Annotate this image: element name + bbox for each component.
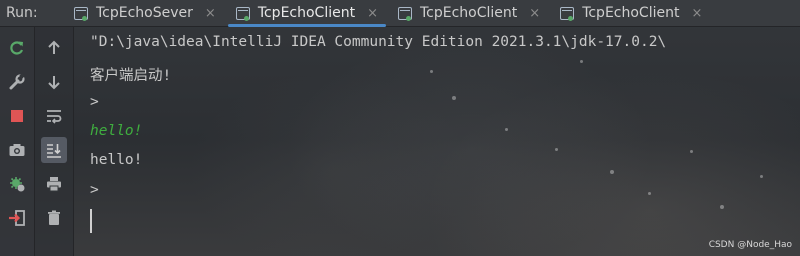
console-line-prompt: > xyxy=(90,182,99,198)
watermark: CSDN @Node_Hao xyxy=(708,240,792,250)
console-line-echo-response: hello! xyxy=(90,152,143,168)
running-indicator-icon xyxy=(82,16,87,21)
clear-all-button[interactable] xyxy=(41,205,67,231)
soft-wrap-icon xyxy=(47,110,62,124)
print-icon xyxy=(47,177,61,192)
ide-run-window: Run: TcpEchoSever × TcpEchoClient × TcpE… xyxy=(0,0,800,256)
tab-tcp-echo-client-3[interactable]: TcpEchoClient × xyxy=(550,0,712,26)
close-icon[interactable]: × xyxy=(529,6,540,21)
next-occurrence-button[interactable] xyxy=(41,69,67,95)
close-icon[interactable]: × xyxy=(691,6,702,21)
arrow-down-icon xyxy=(48,76,60,90)
tab-tcp-echo-client-active[interactable]: TcpEchoClient × xyxy=(226,0,388,27)
run-toolbar-left xyxy=(0,27,35,256)
debug-settings-button[interactable] xyxy=(4,171,30,197)
console-output[interactable]: "D:\java\idea\IntelliJ IDEA Community Ed… xyxy=(74,27,800,256)
console-line-client-started: 客户端启动! xyxy=(90,68,172,84)
print-button[interactable] xyxy=(41,171,67,197)
scroll-to-end-icon xyxy=(47,144,61,158)
running-indicator-icon xyxy=(568,16,574,21)
run-tab-bar: Run: TcpEchoSever × TcpEchoClient × TcpE… xyxy=(0,0,800,27)
run-toolbar-right xyxy=(35,27,74,256)
stop-icon xyxy=(11,110,23,122)
scroll-to-end-button[interactable] xyxy=(41,137,67,163)
camera-icon xyxy=(9,144,25,156)
tab-tcp-echo-client-2[interactable]: TcpEchoClient × xyxy=(388,0,550,26)
close-icon[interactable]: × xyxy=(205,6,216,21)
soft-wrap-button[interactable] xyxy=(41,103,67,129)
tab-label: TcpEchoClient xyxy=(420,5,518,21)
modify-run-config-button[interactable] xyxy=(4,69,30,95)
exit-button[interactable] xyxy=(4,205,30,231)
tab-label: TcpEchoSever xyxy=(96,5,193,21)
running-indicator-icon xyxy=(406,16,411,21)
run-label: Run: xyxy=(6,5,38,21)
tab-label: TcpEchoClient xyxy=(582,5,680,21)
exit-icon xyxy=(9,210,25,226)
wrench-icon xyxy=(9,73,25,90)
console-line-prompt: > xyxy=(90,94,99,110)
close-icon[interactable]: × xyxy=(367,6,378,21)
previous-occurrence-button[interactable] xyxy=(41,35,67,61)
arrow-up-icon xyxy=(48,40,60,54)
console-line-user-input: hello! xyxy=(90,123,143,139)
console-line-command: "D:\java\idea\IntelliJ IDEA Community Ed… xyxy=(90,34,667,50)
thread-dump-button[interactable] xyxy=(4,137,30,163)
trash-icon xyxy=(48,210,60,225)
stop-button[interactable] xyxy=(4,103,30,129)
text-caret xyxy=(90,209,92,233)
rerun-icon xyxy=(10,41,24,55)
tab-label: TcpEchoClient xyxy=(257,5,356,21)
tab-tcp-echo-sever[interactable]: TcpEchoSever × xyxy=(64,0,226,26)
debug-settings-icon xyxy=(10,177,25,192)
rerun-button[interactable] xyxy=(4,35,30,61)
running-indicator-icon xyxy=(243,16,249,21)
